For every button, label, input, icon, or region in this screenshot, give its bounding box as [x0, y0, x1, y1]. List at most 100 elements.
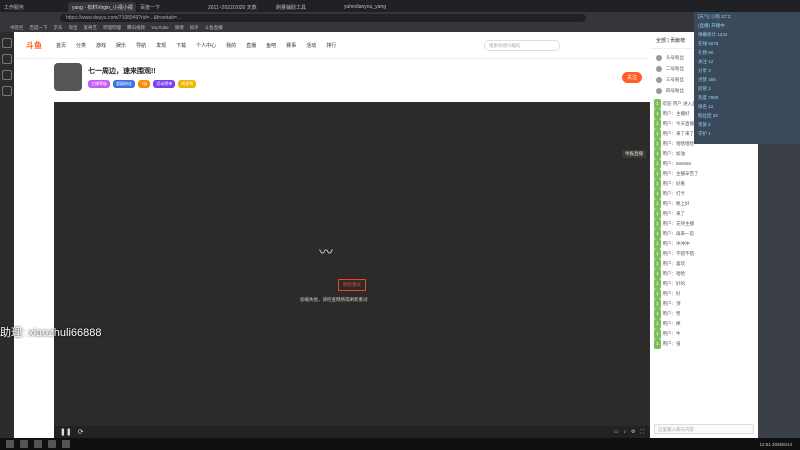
history-icon[interactable] — [2, 86, 12, 96]
chat-message: 1 用户：强 — [654, 339, 754, 349]
level-badge: 1 — [654, 179, 661, 189]
bookmark[interactable]: 淘宝 — [69, 25, 78, 31]
pause-icon[interactable]: ❚❚ — [60, 428, 72, 436]
rank-name: 头号粉丝 — [666, 54, 684, 60]
chat-message: 1 用户：好 — [654, 289, 754, 299]
chat-message: 1 用户：好的 — [654, 279, 754, 289]
retry-button[interactable]: 刷新重试 — [338, 279, 366, 291]
room-badge[interactable]: 7级 — [138, 80, 151, 88]
nav-item[interactable]: 直播 — [246, 42, 256, 49]
room-badge[interactable]: 活动榜单 — [153, 80, 176, 88]
douyu-page: 斗鱼 首页 分类 游戏 娱乐 导航 发现 下载 个人中心 我的 直播 鱼吧 赛事… — [14, 32, 650, 438]
refresh-icon[interactable]: ⟳ — [78, 428, 84, 436]
site-logo[interactable]: 斗鱼 — [26, 40, 42, 51]
browser-tab[interactable]: 2011~2022/2026 天数 — [204, 2, 272, 12]
level-badge: 1 — [654, 279, 661, 289]
overlay-line: 房管 2 — [698, 86, 711, 91]
bookmark[interactable]: YouTube — [151, 25, 169, 30]
room-header: 七一周边，速来围观!! 主播等级 超级粉丝 7级 活动榜单 周星榜 关注 — [14, 59, 650, 95]
bookmark[interactable]: 微博 — [175, 25, 184, 31]
level-badge: 1 — [654, 219, 661, 229]
danmaku-icon[interactable]: ▭ — [614, 429, 619, 435]
level-badge: 1 — [654, 109, 661, 119]
app-icon[interactable] — [48, 440, 56, 448]
browser-tab[interactable]: 刷量辅助工具 — [272, 2, 340, 12]
chat-input[interactable]: 这里输入聊天内容 — [654, 424, 754, 434]
chat-message: 1 用户：顶 — [654, 299, 754, 309]
home-icon[interactable] — [2, 38, 12, 48]
room-badge[interactable]: 周星榜 — [178, 80, 197, 88]
level-badge: 1 — [654, 139, 661, 149]
bookmark[interactable]: 斗鱼直播 — [205, 25, 223, 31]
room-badge[interactable]: 主播等级 — [88, 80, 110, 88]
browser-tab[interactable]: 百度一下 — [136, 2, 204, 12]
site-nav: 首页 分类 游戏 娱乐 导航 发现 下载 个人中心 我的 直播 鱼吧 赛事 活动… — [56, 42, 336, 49]
user-avatar-icon — [656, 54, 662, 61]
nav-item[interactable]: 导航 — [136, 42, 146, 49]
nav-item[interactable]: 分类 — [76, 42, 86, 49]
chat-message: 1 用户：喜欢 — [654, 259, 754, 269]
bookmark[interactable]: 书签栏 — [10, 25, 24, 31]
bookmark[interactable]: 哔哩哔哩 — [103, 25, 121, 31]
overlay-line: (直播) 开播中 — [698, 23, 725, 28]
search-icon[interactable] — [20, 440, 28, 448]
site-header: 斗鱼 首页 分类 游戏 娱乐 导航 发现 下载 个人中心 我的 直播 鱼吧 赛事… — [14, 32, 650, 59]
nav-item[interactable]: 首页 — [56, 42, 66, 49]
streamer-avatar[interactable] — [54, 63, 82, 91]
room-badges: 主播等级 超级粉丝 7级 活动榜单 周星榜 — [88, 80, 197, 88]
browser-tab-active[interactable]: yang - 有料Virgin_小视小视 — [68, 2, 136, 12]
chat-message: 1 用户：赞 — [654, 309, 754, 319]
chat-message: 1 用户：晚上好 — [654, 199, 754, 209]
chat-message: 1 用户：再来一首 — [654, 229, 754, 239]
bookmark[interactable]: 爱奇艺 — [84, 25, 98, 31]
room-badge[interactable]: 超级粉丝 — [113, 80, 135, 88]
level-badge: 1 — [654, 209, 661, 219]
level-badge: 1 — [654, 169, 661, 179]
nav-item[interactable]: 赛事 — [286, 42, 296, 49]
url-input[interactable]: https://www.douyu.com/7108949?rid=...&fr… — [60, 13, 586, 22]
category-icon[interactable] — [2, 54, 12, 64]
chat-message: 1 用户：打卡 — [654, 189, 754, 199]
nav-item[interactable]: 排行 — [326, 42, 336, 49]
chat-message: 1 用户：666666 — [654, 159, 754, 169]
follow-icon[interactable] — [2, 70, 12, 80]
bookmark[interactable]: 京东 — [54, 25, 63, 31]
level-badge: 1 — [654, 339, 661, 349]
bookmark[interactable]: 腾讯视频 — [127, 25, 145, 31]
level-badge: 1 — [654, 239, 661, 249]
nav-item[interactable]: 我的 — [226, 42, 236, 49]
overlay-line: 分享 3 — [698, 68, 711, 73]
browser-icon[interactable] — [34, 440, 42, 448]
settings-icon[interactable]: ⚙ — [631, 429, 635, 435]
chat-message: 1 用户：主播辛苦了 — [654, 169, 754, 179]
report-button[interactable]: 举报直播 — [622, 150, 646, 158]
nav-item[interactable]: 娱乐 — [116, 42, 126, 49]
nav-item[interactable]: 下载 — [176, 42, 186, 49]
level-badge: 1 — [654, 229, 661, 239]
bookmark[interactable]: 百度一下 — [30, 25, 48, 31]
follow-button[interactable]: 关注 — [621, 71, 642, 83]
start-icon[interactable] — [6, 440, 14, 448]
volume-icon[interactable]: ♪ — [624, 429, 627, 435]
room-info: 七一周边，速来围观!! 主播等级 超级粉丝 7级 活动榜单 周星榜 — [88, 66, 197, 88]
overlay-line: 粉丝团 34 — [698, 113, 718, 118]
chat-message: 1 用户：来了 — [654, 209, 754, 219]
nav-item[interactable]: 活动 — [306, 42, 316, 49]
browser-tab[interactable]: yuhedianyou_yang — [340, 2, 408, 12]
site-search-input[interactable]: 搜索你感兴趣的 — [484, 39, 560, 51]
fullscreen-icon[interactable]: ⛶ — [640, 429, 644, 435]
level-badge: 1 — [654, 99, 661, 109]
nav-item[interactable]: 个人中心 — [196, 42, 216, 49]
user-avatar-icon — [656, 76, 662, 83]
browser-tab[interactable]: 工作服务 — [0, 2, 68, 12]
overlay-line: 关注 12 — [698, 59, 714, 64]
overlay-line: 排名 12 — [698, 104, 714, 109]
app-icon[interactable] — [62, 440, 70, 448]
nav-item[interactable]: 鱼吧 — [266, 42, 276, 49]
nav-item[interactable]: 游戏 — [96, 42, 106, 49]
bookmark[interactable]: 知乎 — [190, 25, 199, 31]
overlay-line: 贵族 5 — [698, 122, 711, 127]
nav-item[interactable]: 发现 — [156, 42, 166, 49]
video-player[interactable]: 举报直播 〰 刷新重试 加载失败，请检查网络或刷新重试 ❚❚ ⟳ ▭ ♪ ⚙ ⛶ — [54, 102, 650, 438]
overlay-line: 在线 5678 — [698, 41, 719, 46]
